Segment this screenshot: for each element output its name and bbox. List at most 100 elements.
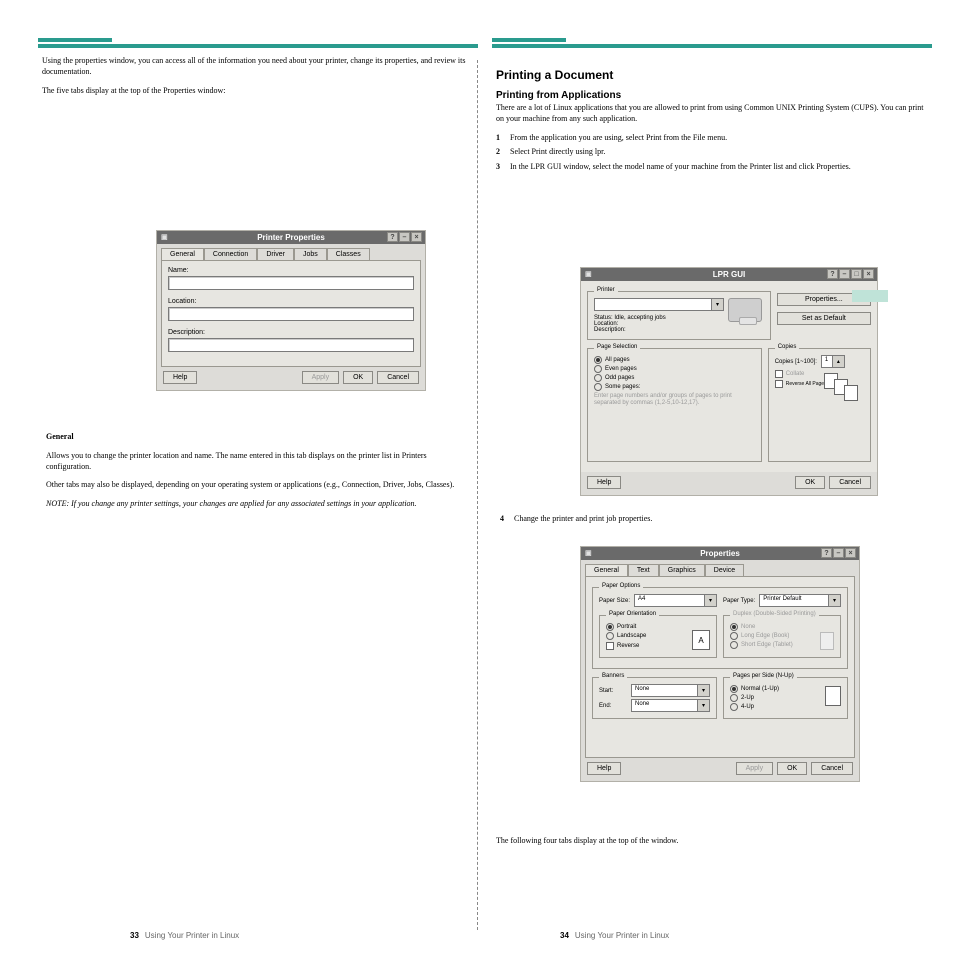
apply-button[interactable]: Apply [302, 371, 340, 384]
note-text: NOTE: If you change any printer settings… [46, 499, 470, 510]
paper-size-select[interactable]: A4▾ [634, 594, 717, 607]
ok-button[interactable]: OK [795, 476, 825, 489]
start-label: Start: [599, 688, 627, 694]
duplex-short-radio: Short Edge (Tablet) [730, 641, 834, 649]
set-default-button[interactable]: Set as Default [777, 312, 871, 325]
cancel-button[interactable]: Cancel [377, 371, 419, 384]
orientation-preview-icon: A [692, 630, 710, 650]
paper-type-label: Paper Type: [723, 598, 755, 604]
odd-pages-radio[interactable]: Odd pages [594, 374, 755, 382]
minimize-icon[interactable]: – [833, 548, 844, 558]
close-icon[interactable]: × [845, 548, 856, 558]
tab-graphics[interactable]: Graphics [659, 564, 705, 576]
dialog-title: Printer Properties [257, 233, 325, 242]
paper-size-label: Paper Size: [599, 598, 630, 604]
callout-highlight [852, 290, 888, 302]
copies-label: Copies [775, 344, 800, 350]
banners-label: Banners [599, 673, 627, 679]
dialog-titlebar: ▣ Printer Properties ? – × [157, 231, 425, 244]
start-banner-select[interactable]: None▾ [631, 684, 710, 697]
tab-general[interactable]: General [161, 248, 204, 260]
name-input[interactable] [168, 276, 414, 290]
some-pages-radio[interactable]: Some pages: [594, 383, 755, 391]
paper-options-label: Paper Options [599, 583, 643, 589]
copies-num-label: Copies [1~100]: [775, 359, 817, 365]
even-pages-radio[interactable]: Even pages [594, 365, 755, 373]
left-para-1: Using the properties window, you can acc… [42, 56, 474, 78]
properties-dialog: ▣ Properties ? – × General Text Graphics… [580, 546, 860, 782]
left-footer: 33Using Your Printer in Linux [130, 931, 239, 940]
help-icon[interactable]: ? [827, 269, 838, 279]
close-icon[interactable]: × [411, 232, 422, 242]
general-heading: General [46, 432, 74, 441]
chevron-down-icon: ▾ [697, 685, 709, 696]
section-heading: Printing a Document [496, 68, 928, 82]
chevron-down-icon: ▾ [828, 595, 840, 606]
accent-bar [492, 38, 932, 48]
cancel-button[interactable]: Cancel [829, 476, 871, 489]
maximize-icon[interactable]: □ [851, 269, 862, 279]
end-label: End: [599, 703, 627, 709]
dialog-title: LPR GUI [713, 270, 745, 279]
lpr-gui-dialog: ▣ LPR GUI ? – □ × Printer ▾ Status: Idle… [580, 267, 878, 496]
duplex-preview-icon [820, 632, 834, 650]
after-props-text: The following four tabs display at the t… [496, 836, 678, 847]
chevron-down-icon: ▾ [697, 700, 709, 711]
duplex-none-radio: None [730, 623, 834, 631]
orientation-label: Paper Orientation [606, 611, 659, 617]
accent-bar [38, 38, 478, 48]
chevron-down-icon: ▾ [711, 299, 723, 310]
minimize-icon[interactable]: – [399, 232, 410, 242]
apply-button[interactable]: Apply [736, 762, 774, 775]
nup-label: Pages per Side (N-Up) [730, 673, 797, 679]
printer-group-label: Printer [594, 287, 618, 293]
nup-preview-icon [825, 686, 841, 706]
step-4: Change the printer and print job propert… [514, 514, 652, 525]
description-input[interactable] [168, 338, 414, 352]
chevron-down-icon: ▾ [704, 595, 716, 606]
pages-hint: Enter page numbers and/or groups of page… [594, 393, 755, 407]
tab-connection[interactable]: Connection [204, 248, 257, 260]
pages-stack-icon [824, 373, 864, 403]
other-tabs-desc: Other tabs may also be displayed, depend… [46, 480, 470, 491]
intro-text: There are a lot of Linux applications th… [496, 103, 928, 125]
printer-icon [728, 298, 762, 322]
tab-jobs[interactable]: Jobs [294, 248, 327, 260]
description-label: Description: [168, 329, 414, 336]
location-input[interactable] [168, 307, 414, 321]
ok-button[interactable]: OK [343, 371, 373, 384]
tab-driver[interactable]: Driver [257, 248, 294, 260]
step-1: From the application you are using, sele… [510, 133, 727, 144]
tab-text[interactable]: Text [628, 564, 659, 576]
description-text: Description: [594, 327, 764, 333]
app-icon: ▣ [585, 270, 592, 278]
tab-classes[interactable]: Classes [327, 248, 370, 260]
subheading: Printing from Applications [496, 90, 928, 101]
app-icon: ▣ [161, 233, 168, 241]
help-button[interactable]: Help [587, 762, 621, 775]
cancel-button[interactable]: Cancel [811, 762, 853, 775]
minimize-icon[interactable]: – [839, 269, 850, 279]
help-button[interactable]: Help [163, 371, 197, 384]
tab-bar: General Connection Driver Jobs Classes [161, 248, 421, 260]
dialog-titlebar: ▣ LPR GUI ? – □ × [581, 268, 877, 281]
end-banner-select[interactable]: None▾ [631, 699, 710, 712]
close-icon[interactable]: × [863, 269, 874, 279]
right-footer: 34Using Your Printer in Linux [560, 931, 669, 940]
help-button[interactable]: Help [587, 476, 621, 489]
ok-button[interactable]: OK [777, 762, 807, 775]
help-icon[interactable]: ? [387, 232, 398, 242]
tab-general[interactable]: General [585, 564, 628, 576]
left-para-2: The five tabs display at the top of the … [42, 86, 474, 97]
copies-spinner[interactable]: 1▴ [821, 355, 845, 368]
help-icon[interactable]: ? [821, 548, 832, 558]
tab-device[interactable]: Device [705, 564, 744, 576]
step-2: Select Print directly using lpr. [510, 147, 605, 158]
stepper-icon: ▴ [832, 356, 844, 367]
app-icon: ▣ [585, 549, 592, 557]
all-pages-radio[interactable]: All pages [594, 356, 755, 364]
printer-select[interactable]: ▾ [594, 298, 724, 311]
paper-type-select[interactable]: Printer Default▾ [759, 594, 841, 607]
duplex-long-radio: Long Edge (Book) [730, 632, 834, 640]
steps-list: 1From the application you are using, sel… [496, 133, 928, 173]
